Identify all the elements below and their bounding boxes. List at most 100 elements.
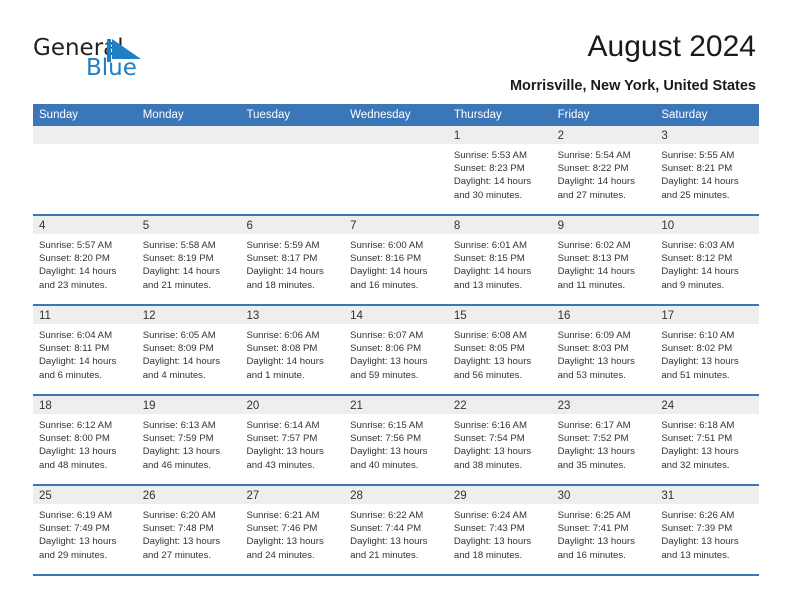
calendar-week-row: 11 Sunrise: 6:04 AM Sunset: 8:11 PM Dayligh… [33, 306, 760, 396]
daylight-duration-minutes: and 48 minutes. [39, 459, 108, 471]
calendar-day-cell[interactable]: 30 Sunrise: 6:25 AM Sunset: 7:41 PM Dayligh… [551, 486, 656, 574]
calendar-day-cell[interactable]: 27 Sunrise: 6:21 AM Sunset: 7:46 PM Dayligh… [240, 486, 345, 574]
day-number-band: 30 [551, 486, 656, 504]
daylight-duration-minutes: and 38 minutes. [453, 459, 523, 471]
calendar-day-cell[interactable]: 16 Sunrise: 6:09 AM Sunset: 8:03 PM Dayligh… [551, 306, 656, 394]
calendar-week-row: 18 Sunrise: 6:12 AM Sunset: 8:00 PM Dayligh… [33, 396, 760, 486]
day-number-band: 25 [33, 486, 137, 504]
calendar-day-cell[interactable]: 5 Sunrise: 5:58 AM Sunset: 8:19 PM Daylight… [136, 216, 241, 304]
calendar-table: Sunday Monday Tuesday Wednesday Thursday Frid… [33, 104, 760, 576]
calendar-day-cell[interactable]: 18 Sunrise: 6:12 AM Sunset: 8:00 PM Dayligh… [33, 396, 137, 484]
day-number-band: 9 [551, 216, 656, 234]
sun-times-details: Sunrise: 6:04 AM Sunset: 8:11 PM Daylight:… [33, 324, 137, 382]
daylight-duration-minutes: and 27 minutes. [142, 549, 211, 561]
daylight-duration-minutes: and 40 minutes. [350, 459, 419, 471]
sunset-time: Sunset: 7:51 PM [661, 433, 733, 445]
calendar-day-cell[interactable]: 31 Sunrise: 6:26 AM Sunset: 7:39 PM Dayligh… [655, 486, 760, 574]
daylight-duration-minutes: and 16 minutes. [557, 549, 626, 561]
calendar-day-cell[interactable]: 25 Sunrise: 6:19 AM Sunset: 7:49 PM Dayligh… [33, 486, 137, 574]
calendar-day-cell[interactable]: 3 Sunrise: 5:55 AM Sunset: 8:21 PM Daylight… [655, 126, 760, 214]
calendar-day-cell[interactable]: 22 Sunrise: 6:16 AM Sunset: 7:54 PM Dayligh… [447, 396, 552, 484]
calendar-day-cell[interactable]: 11 Sunrise: 6:04 AM Sunset: 8:11 PM Dayligh… [33, 306, 137, 394]
daylight-duration-minutes: and 56 minutes. [453, 369, 523, 381]
day-number-band: 20 [240, 396, 345, 414]
sunrise-time: Sunrise: 6:22 AM [350, 510, 424, 521]
sun-times-details: Sunrise: 6:14 AM Sunset: 7:57 PM Daylight:… [240, 414, 344, 472]
day-number: 31 [661, 490, 675, 502]
sunset-time: Sunset: 8:19 PM [142, 253, 214, 265]
sunrise-time: Sunrise: 6:06 AM [246, 330, 320, 341]
daylight-duration-hours: Daylight: 13 hours [350, 356, 428, 368]
day-number: 15 [453, 310, 467, 322]
day-number-band: 28 [344, 486, 448, 504]
day-number: 29 [453, 490, 467, 502]
calendar-day-cell[interactable]: 2 Sunrise: 5:54 AM Sunset: 8:22 PM Daylight… [551, 126, 656, 214]
calendar-day-cell[interactable]: 24 Sunrise: 6:18 AM Sunset: 7:51 PM Dayligh… [655, 396, 760, 484]
calendar-day-cell[interactable]: 19 Sunrise: 6:13 AM Sunset: 7:59 PM Dayligh… [136, 396, 241, 484]
calendar-day-cell[interactable]: 10 Sunrise: 6:03 AM Sunset: 8:12 PM Dayligh… [655, 216, 760, 304]
calendar-day-cell[interactable]: 20 Sunrise: 6:14 AM Sunset: 7:57 PM Dayligh… [240, 396, 345, 484]
sun-times-details: Sunrise: 5:53 AM Sunset: 8:23 PM Daylight:… [448, 144, 552, 202]
sunset-time: Sunset: 7:41 PM [557, 523, 629, 535]
sunset-time: Sunset: 8:17 PM [246, 253, 318, 265]
sunrise-time: Sunrise: 5:58 AM [142, 240, 216, 251]
calendar-day-cell[interactable]: 4 Sunrise: 5:57 AM Sunset: 8:20 PM Daylight… [33, 216, 137, 304]
sunset-time: Sunset: 8:02 PM [661, 343, 733, 355]
sun-times-details: Sunrise: 6:05 AM Sunset: 8:09 PM Daylight:… [137, 324, 241, 382]
sunset-time: Sunset: 8:23 PM [453, 163, 525, 175]
sunrise-time: Sunrise: 5:57 AM [39, 240, 113, 251]
calendar-day-cell[interactable]: 15 Sunrise: 6:08 AM Sunset: 8:05 PM Dayligh… [447, 306, 552, 394]
calendar-day-cell[interactable]: 7 Sunrise: 6:00 AM Sunset: 8:16 PM Daylight… [344, 216, 448, 304]
sunset-time: Sunset: 7:48 PM [142, 523, 214, 535]
daylight-duration-hours: Daylight: 14 hours [142, 266, 221, 278]
calendar-day-cell[interactable]: 6 Sunrise: 5:59 AM Sunset: 8:17 PM Daylight… [240, 216, 345, 304]
sunrise-time: Sunrise: 6:25 AM [557, 510, 631, 521]
daylight-duration-hours: Daylight: 13 hours [350, 536, 428, 548]
calendar-day-cell[interactable]: 21 Sunrise: 6:15 AM Sunset: 7:56 PM Dayligh… [344, 396, 448, 484]
day-number-band: 17 [655, 306, 760, 324]
day-number: 8 [453, 220, 461, 232]
sun-times-details: Sunrise: 6:03 AM Sunset: 8:12 PM Daylight:… [655, 234, 759, 292]
calendar-cell-empty [240, 126, 345, 214]
sunset-time: Sunset: 7:43 PM [453, 523, 525, 535]
calendar-body: 1 Sunrise: 5:53 AM Sunset: 8:23 PM Daylight… [33, 126, 760, 576]
calendar-day-cell[interactable]: 1 Sunrise: 5:53 AM Sunset: 8:23 PM Daylight… [447, 126, 552, 214]
calendar-day-cell[interactable]: 17 Sunrise: 6:10 AM Sunset: 8:02 PM Dayligh… [655, 306, 760, 394]
day-number-band: 10 [655, 216, 760, 234]
sunset-time: Sunset: 8:09 PM [142, 343, 214, 355]
calendar-day-cell[interactable]: 29 Sunrise: 6:24 AM Sunset: 7:43 PM Dayligh… [447, 486, 552, 574]
sunrise-time: Sunrise: 6:17 AM [557, 420, 631, 431]
sunrise-time: Sunrise: 6:19 AM [39, 510, 113, 521]
calendar-day-cell[interactable]: 8 Sunrise: 6:01 AM Sunset: 8:15 PM Daylight… [447, 216, 552, 304]
sunrise-time: Sunrise: 6:00 AM [350, 240, 424, 251]
weekday-header-monday: Monday [142, 109, 184, 121]
calendar-day-cell[interactable]: 23 Sunrise: 6:17 AM Sunset: 7:52 PM Dayligh… [551, 396, 656, 484]
sunset-time: Sunset: 8:03 PM [557, 343, 629, 355]
sun-times-details: Sunrise: 6:02 AM Sunset: 8:13 PM Daylight:… [552, 234, 656, 292]
day-number-band: 22 [447, 396, 552, 414]
daylight-duration-minutes: and 53 minutes. [557, 369, 626, 381]
calendar-day-cell[interactable]: 28 Sunrise: 6:22 AM Sunset: 7:44 PM Dayligh… [344, 486, 448, 574]
sun-times-details: Sunrise: 5:58 AM Sunset: 8:19 PM Daylight:… [137, 234, 241, 292]
sunset-time: Sunset: 8:11 PM [39, 343, 110, 355]
sunset-time: Sunset: 7:54 PM [453, 433, 525, 445]
brand-logo[interactable]: General Blue [33, 36, 233, 86]
daylight-duration-hours: Daylight: 14 hours [661, 176, 739, 188]
sunset-time: Sunset: 8:00 PM [39, 433, 110, 445]
calendar-day-cell[interactable]: 13 Sunrise: 6:06 AM Sunset: 8:08 PM Dayligh… [240, 306, 345, 394]
calendar-week-row: 1 Sunrise: 5:53 AM Sunset: 8:23 PM Daylight… [33, 126, 760, 216]
daylight-duration-hours: Daylight: 13 hours [453, 446, 532, 458]
day-number-band: 3 [655, 126, 760, 144]
calendar-day-cell[interactable]: 9 Sunrise: 6:02 AM Sunset: 8:13 PM Daylight… [551, 216, 656, 304]
sunset-time: Sunset: 7:56 PM [350, 433, 422, 445]
daylight-duration-minutes: and 13 minutes. [661, 549, 730, 561]
daylight-duration-hours: Daylight: 13 hours [246, 446, 324, 458]
calendar-day-cell[interactable]: 26 Sunrise: 6:20 AM Sunset: 7:48 PM Dayligh… [136, 486, 241, 574]
sunset-time: Sunset: 8:05 PM [453, 343, 525, 355]
calendar-day-cell[interactable]: 12 Sunrise: 6:05 AM Sunset: 8:09 PM Dayligh… [136, 306, 241, 394]
daylight-duration-minutes: and 18 minutes. [246, 279, 315, 291]
sun-times-details [33, 144, 137, 149]
sunrise-time: Sunrise: 6:07 AM [350, 330, 424, 341]
day-number-band: 18 [33, 396, 137, 414]
calendar-day-cell[interactable]: 14 Sunrise: 6:07 AM Sunset: 8:06 PM Dayligh… [344, 306, 448, 394]
